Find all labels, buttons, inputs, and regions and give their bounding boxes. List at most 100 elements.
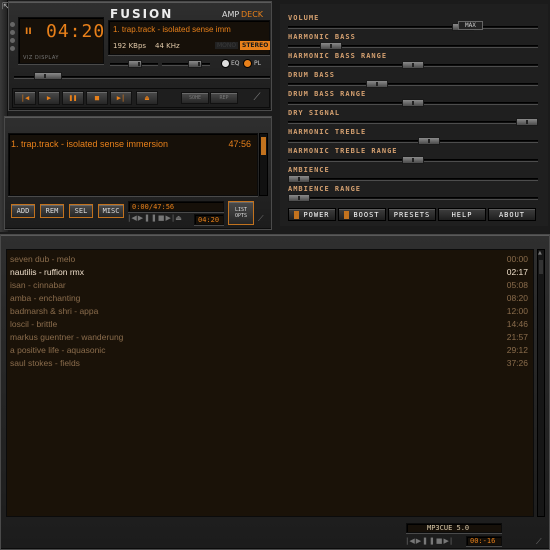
eq-slider-knob-4[interactable] xyxy=(402,99,424,107)
boost-led xyxy=(344,210,350,219)
playlist-row-duration: 12:00 xyxy=(506,306,528,316)
playlist-row[interactable]: saul stokes - fields 37:26 xyxy=(10,358,528,371)
mini-eject-icon[interactable]: ⏏ xyxy=(175,214,183,222)
amp-label: AMP xyxy=(222,10,240,19)
eq-slider-knob-6[interactable] xyxy=(417,137,440,145)
pl-toggle-led[interactable] xyxy=(243,59,252,68)
footer-stop-icon[interactable]: ■ xyxy=(436,537,444,545)
eq-slider-track-6[interactable] xyxy=(288,140,538,143)
eq-label-1: HARMONIC BASS xyxy=(288,33,356,41)
playlist-row[interactable]: isan - cinnabar 05:08 xyxy=(10,280,528,293)
shuffle-button[interactable]: SOHE xyxy=(181,92,209,104)
viz-label: VIZ DISPLAY xyxy=(23,55,59,61)
eq-slider-track-0[interactable] xyxy=(288,26,538,29)
presets-button[interactable]: PRESETS xyxy=(388,208,436,221)
miniplaylist-entry[interactable]: 1. trap.track - isolated sense immersion xyxy=(11,139,168,149)
eq-label-5: DRY SIGNAL xyxy=(288,109,341,117)
left-handle-dots[interactable] xyxy=(10,22,16,62)
playlist-row[interactable]: nautilis - ruffion rmx 02:17 xyxy=(10,267,528,280)
sel-label: SEL xyxy=(74,207,88,215)
bitrate: 192 KBps xyxy=(113,42,147,50)
prev-button[interactable]: |◀ xyxy=(14,91,36,105)
mono-badge: MONO xyxy=(215,42,239,49)
help-button[interactable]: HELP xyxy=(438,208,486,221)
mini-resize-icon[interactable]: ⟋ xyxy=(258,214,268,224)
playlist-scroll-thumb[interactable] xyxy=(539,260,543,274)
list-opts-button[interactable]: LIST OPTS xyxy=(228,201,254,225)
misc-button[interactable]: MISC xyxy=(98,204,124,218)
eq-slider-knob-3[interactable] xyxy=(365,80,388,88)
playlist-row-duration: 00:00 xyxy=(506,254,528,264)
eq-slider-knob-7[interactable] xyxy=(402,156,424,164)
miniplaylist-scroll-thumb[interactable] xyxy=(261,137,266,155)
mini-transport[interactable]: |◀▶❚❚■▶|⏏ xyxy=(128,214,192,224)
eq-slider-knob-8[interactable] xyxy=(288,175,310,183)
about-label: ABOUT xyxy=(498,210,526,219)
eq-label-2: HARMONIC BASS RANGE xyxy=(288,52,388,60)
mini-next-icon[interactable]: ▶| xyxy=(166,214,176,222)
mini-stop-icon[interactable]: ■ xyxy=(158,214,166,222)
eq-label-7: HARMONIC TREBLE RANGE xyxy=(288,147,398,155)
mini-pause-icon[interactable]: ❚❚ xyxy=(144,214,158,222)
footer-prev-icon[interactable]: |◀ xyxy=(406,537,416,545)
volume-mini-knob[interactable] xyxy=(188,60,202,68)
eq-slider-track-8[interactable] xyxy=(288,178,538,181)
eq-toggle-led[interactable] xyxy=(221,59,230,68)
eq-slider-track-9[interactable] xyxy=(288,197,538,200)
playlist-row-duration: 29:12 xyxy=(506,345,528,355)
next-button[interactable]: ▶| xyxy=(110,91,132,105)
volume-mini-slider[interactable] xyxy=(162,63,210,66)
eq-slider-knob-2[interactable] xyxy=(402,61,424,69)
rem-button[interactable]: REM xyxy=(40,204,64,218)
mini-prev-icon[interactable]: |◀ xyxy=(128,214,138,222)
shuffle-label: SOHE xyxy=(188,95,202,101)
eq-slider-knob-1[interactable] xyxy=(319,42,342,50)
playlist-row[interactable]: loscil - brittle 14:46 xyxy=(10,319,528,332)
footer-transport[interactable]: |◀▶❚❚■▶| xyxy=(406,537,462,547)
stop-button[interactable]: ■ xyxy=(86,91,108,105)
footer-next-icon[interactable]: ▶| xyxy=(444,537,454,545)
miniplaylist-duration: 47:56 xyxy=(228,139,251,149)
balance-knob[interactable] xyxy=(128,60,142,68)
time-display[interactable]: II 04:20 VIZ DISPLAY xyxy=(18,17,104,64)
pause-indicator: II xyxy=(25,27,32,37)
footer-pause-icon[interactable]: ❚❚ xyxy=(422,537,436,545)
about-button[interactable]: ABOUT xyxy=(488,208,536,221)
playlist-footer-title: MP3CUE 5.0 xyxy=(406,523,502,533)
playlist-row-duration: 37:26 xyxy=(506,358,528,368)
add-label: ADD xyxy=(16,207,30,215)
eq-slider-knob-9[interactable] xyxy=(288,194,310,202)
eq-slider-track-3[interactable] xyxy=(288,83,538,86)
playlist-row[interactable]: a positive life - aquasonic 29:12 xyxy=(10,345,528,358)
playlist-row[interactable]: badmarsh & shri - appa 12:00 xyxy=(10,306,528,319)
add-button[interactable]: ADD xyxy=(11,204,35,218)
pause-button[interactable]: ❚❚ xyxy=(62,91,84,105)
miniplaylist-list[interactable]: 1. trap.track - isolated sense immersion… xyxy=(8,133,258,196)
track-info-display: 1. trap.track - isolated sense imm 192 K… xyxy=(108,20,271,55)
playlist-row-title: amba - enchanting xyxy=(10,293,81,303)
playlist-row[interactable]: amba - enchanting 08:20 xyxy=(10,293,528,306)
eq-label-9: AMBIENCE RANGE xyxy=(288,185,362,193)
repeat-button[interactable]: REP xyxy=(210,92,238,104)
repeat-label: REP xyxy=(219,95,229,101)
playlist-row[interactable]: seven dub - melo 00:00 xyxy=(10,254,528,267)
eject-button[interactable]: ⏏ xyxy=(136,91,158,105)
sel-button[interactable]: SEL xyxy=(69,204,93,218)
playlist-scrollbar[interactable]: ▲ xyxy=(537,249,545,517)
playlist-scroll-up-icon[interactable]: ▲ xyxy=(538,250,544,256)
power-button[interactable]: POWER xyxy=(288,208,336,221)
seek-knob[interactable] xyxy=(34,72,62,80)
playlist-row[interactable]: markus guentner - wanderung 21:57 xyxy=(10,332,528,345)
footer-time: 00:-16 xyxy=(470,537,496,545)
pause-icon: ❚❚ xyxy=(68,94,78,102)
eq-slider-track-5[interactable] xyxy=(288,121,538,124)
boost-button[interactable]: BOOST xyxy=(338,208,386,221)
footer-time-display: 00:-16 xyxy=(466,536,502,546)
eq-slider-knob-5[interactable] xyxy=(516,118,538,126)
miniplaylist-scrollbar[interactable] xyxy=(259,133,268,196)
play-button[interactable]: ▶ xyxy=(38,91,60,105)
elapsed-readout: 04:20 xyxy=(198,216,220,224)
playlist-row-title: nautilis - ruffion rmx xyxy=(10,267,85,277)
resize-grip-icon[interactable]: ⟋ xyxy=(250,91,264,105)
playlist-resize-icon[interactable]: ⟋ xyxy=(536,537,546,547)
